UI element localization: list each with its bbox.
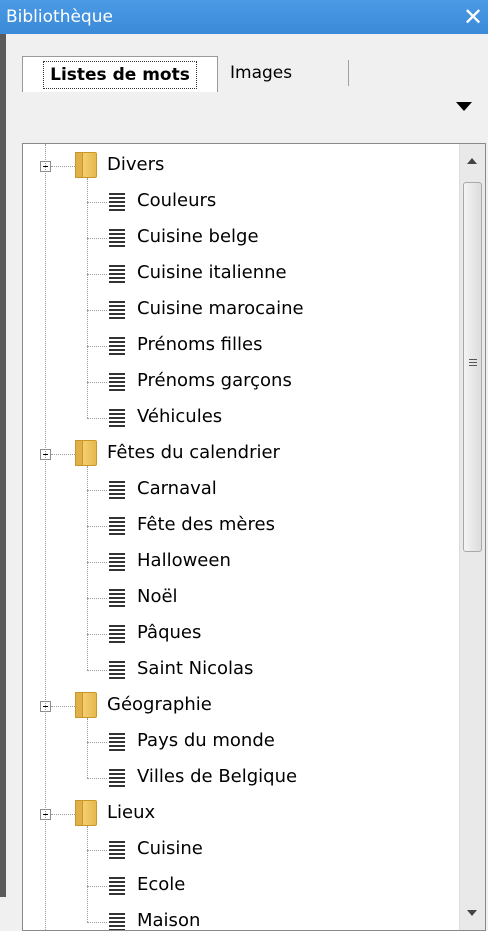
window-titlebar: Bibliothèque ✕	[0, 0, 488, 34]
scroll-thumb[interactable]	[463, 182, 482, 552]
list-item[interactable]: Villes de Belgique	[137, 760, 297, 796]
tree-connector	[87, 778, 107, 779]
list-item[interactable]: Véhicules	[137, 400, 222, 436]
list-item[interactable]: Maison	[137, 904, 200, 930]
list-icon	[109, 229, 125, 247]
list-item[interactable]: Prénoms garçons	[137, 364, 292, 400]
scroll-down-icon[interactable]	[467, 910, 477, 916]
tree-connector	[87, 634, 107, 635]
tree-connector	[45, 144, 46, 930]
list-item[interactable]: Cuisine belge	[137, 220, 259, 256]
tree-connector	[87, 598, 107, 599]
list-icon	[109, 337, 125, 355]
folder-icon	[75, 692, 97, 718]
dropdown-arrow-icon[interactable]	[456, 102, 472, 111]
list-item[interactable]: Saint Nicolas	[137, 652, 253, 688]
library-panel: Listes de mots Images Divers Couleurs Cuis…	[0, 34, 488, 931]
tree-connector	[87, 850, 107, 851]
tree-connector	[87, 490, 107, 491]
tree-connector	[51, 454, 75, 455]
list-item[interactable]: Cuisine	[137, 832, 203, 868]
list-item[interactable]: Ecole	[137, 868, 185, 904]
list-item[interactable]: Pays du monde	[137, 724, 275, 760]
close-icon[interactable]: ✕	[458, 0, 488, 34]
tree-connector	[87, 826, 88, 922]
tree-connector	[51, 706, 75, 707]
folder-icon	[75, 440, 97, 466]
tree-connector	[87, 886, 107, 887]
tree-connector	[87, 238, 107, 239]
tree-content: Divers Couleurs Cuisine belge Cuisine itali…	[23, 144, 449, 930]
list-item[interactable]: Noël	[137, 580, 178, 616]
folder-label[interactable]: Lieux	[107, 796, 155, 832]
list-item[interactable]: Cuisine italienne	[137, 256, 287, 292]
list-icon	[109, 733, 125, 751]
tree-connector	[87, 202, 107, 203]
tree-connector	[87, 178, 88, 418]
list-item[interactable]: Cuisine marocaine	[137, 292, 304, 328]
tree-connector	[87, 718, 88, 778]
folder-icon	[75, 152, 97, 178]
tab-separator	[348, 60, 349, 86]
tree-connector	[51, 166, 75, 167]
tree-connector	[87, 274, 107, 275]
list-icon	[109, 265, 125, 283]
tree-connector	[51, 814, 75, 815]
folder-label[interactable]: Divers	[107, 148, 164, 184]
folder-label[interactable]: Géographie	[107, 688, 212, 724]
list-item[interactable]: Couleurs	[137, 184, 216, 220]
tree-connector	[87, 526, 107, 527]
list-icon	[109, 877, 125, 895]
list-item[interactable]: Halloween	[137, 544, 231, 580]
tab-strip: Listes de mots Images	[22, 56, 442, 92]
tree-view[interactable]: Divers Couleurs Cuisine belge Cuisine itali…	[22, 143, 486, 931]
scroll-up-icon[interactable]	[467, 158, 477, 164]
list-icon	[109, 553, 125, 571]
tab-images[interactable]: Images	[218, 56, 338, 92]
list-icon	[109, 841, 125, 859]
folder-label[interactable]: Fêtes du calendrier	[107, 436, 280, 472]
tree-connector	[87, 742, 107, 743]
list-icon	[109, 589, 125, 607]
list-icon	[109, 661, 125, 679]
tab-word-lists-label: Listes de mots	[43, 61, 197, 89]
list-icon	[109, 409, 125, 427]
list-icon	[109, 769, 125, 787]
tree-connector	[87, 922, 107, 923]
folder-icon	[75, 800, 97, 826]
list-item[interactable]: Carnaval	[137, 472, 217, 508]
tree-connector	[87, 418, 107, 419]
tree-connector	[87, 670, 107, 671]
tree-connector	[87, 562, 107, 563]
list-icon	[109, 625, 125, 643]
tree-connector	[87, 466, 88, 670]
tree-connector	[87, 382, 107, 383]
list-icon	[109, 481, 125, 499]
window-title: Bibliothèque	[6, 7, 113, 27]
list-icon	[109, 373, 125, 391]
list-item[interactable]: Prénoms filles	[137, 328, 262, 364]
list-item[interactable]: Pâques	[137, 616, 201, 652]
grip-icon	[469, 359, 477, 368]
list-icon	[109, 193, 125, 211]
vertical-scrollbar[interactable]	[459, 144, 485, 930]
list-icon	[109, 913, 125, 930]
tree-connector	[87, 310, 107, 311]
list-item[interactable]: Fête des mères	[137, 508, 275, 544]
list-icon	[109, 301, 125, 319]
tab-word-lists[interactable]: Listes de mots	[22, 56, 218, 92]
tree-connector	[87, 346, 107, 347]
list-icon	[109, 517, 125, 535]
